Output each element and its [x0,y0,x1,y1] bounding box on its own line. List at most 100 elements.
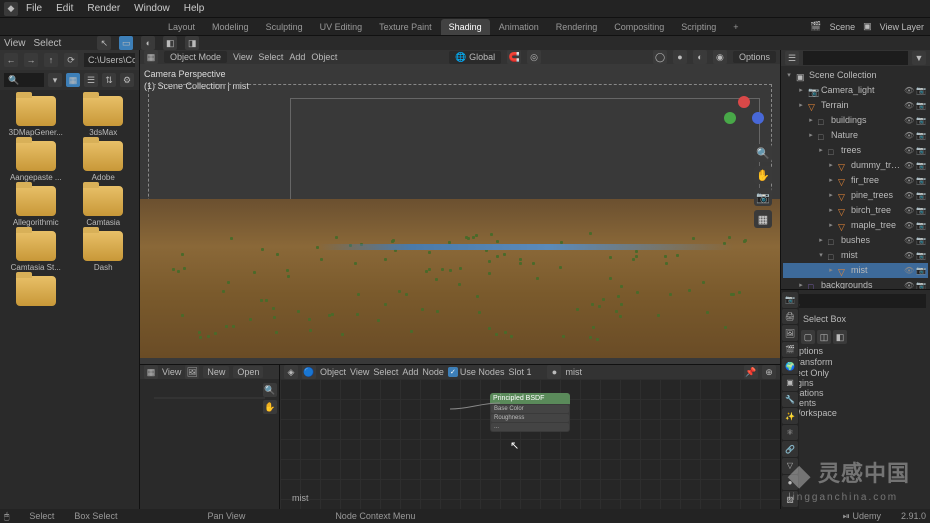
vp-menu-select[interactable]: Select [258,52,283,62]
ne-select[interactable]: Select [373,367,398,377]
sort-icon[interactable]: ⇅ [102,73,116,87]
tree-item[interactable]: ▸ ▽ maple_tree 👁 📷 [783,218,928,233]
new-button[interactable]: New [203,366,229,378]
outliner-search[interactable] [803,51,908,65]
folder-item[interactable]: Camtasia [74,186,134,227]
tab-modeling[interactable]: Modeling [204,19,257,35]
tab-uv-editing[interactable]: UV Editing [312,19,371,35]
restrict-render-icon[interactable]: 📷 [916,264,926,277]
tool-e[interactable]: ◨ [185,36,199,50]
menu-edit[interactable]: Edit [50,1,79,16]
pv-pan-icon[interactable]: ✋ [263,400,277,414]
tab-view[interactable]: 🖼 [782,325,798,341]
material-dropdown[interactable]: mist [565,367,625,377]
tree-item[interactable]: ▸ ▽ pine_trees 👁 📷 [783,188,928,203]
menu-window[interactable]: Window [128,1,176,16]
nav-refresh-icon[interactable]: ⟳ [64,53,78,67]
disclosure-icon[interactable]: ▸ [827,189,835,202]
tree-item[interactable]: ▸ 📷 Camera_light 👁 📷 [783,83,928,98]
restrict-render-icon[interactable]: 📷 [916,249,926,262]
editor-type-icon-2[interactable]: ▦ [144,365,158,379]
tree-item[interactable]: ▸ □ buildings 👁 📷 [783,113,928,128]
image-preview-grid[interactable] [154,397,265,399]
menu-file[interactable]: File [20,1,48,16]
node-canvas[interactable]: Principled BSDF Base Color Roughness ...… [280,379,780,509]
camera-icon[interactable]: 📷 [754,188,772,206]
selbox-d[interactable]: ◧ [833,330,847,344]
blender-icon[interactable]: ◆ [4,2,18,16]
selbox-c[interactable]: ◫ [817,330,831,344]
select-tool[interactable]: ▭ [119,36,133,50]
outliner-tree[interactable]: ▾▣Scene Collection ▸ 📷 Camera_light 👁 📷 … [781,66,930,289]
tab-sculpting[interactable]: Sculpting [258,19,311,35]
pan-icon[interactable]: ✋ [754,166,772,184]
tree-item[interactable]: ▸ □ trees 👁 📷 [783,143,928,158]
folder-item[interactable]: Adobe [74,141,134,182]
disclosure-icon[interactable]: ▸ [807,129,815,142]
cursor-tool[interactable]: ↖ [97,36,111,50]
restrict-select-icon[interactable]: 👁 [904,144,914,157]
disclosure-icon[interactable]: ▸ [807,114,815,127]
open-button[interactable]: Open [233,366,263,378]
disclosure-icon[interactable]: ▸ [827,174,835,187]
vp-menu-view[interactable]: View [233,52,252,62]
nav-fwd-icon[interactable]: → [24,53,38,67]
gizmo-y-icon[interactable] [724,112,736,124]
restrict-select-icon[interactable]: 👁 [904,114,914,127]
affect-row[interactable]: Origins [785,378,926,388]
folder-item[interactable] [6,276,66,306]
folder-item[interactable]: Dash [74,231,134,272]
snap-icon[interactable]: 🧲 [507,50,521,64]
pin-icon[interactable]: 📌 [744,365,758,379]
tab-rendering[interactable]: Rendering [548,19,606,35]
ne-object[interactable]: Object [320,367,346,377]
tab-animation[interactable]: Animation [491,19,547,35]
ne-zoom-icon[interactable]: ⊕ [762,365,776,379]
tab-scripting[interactable]: Scripting [673,19,724,35]
section-options[interactable]: ▸ Options [785,346,926,357]
restrict-render-icon[interactable]: 📷 [916,129,926,142]
menu-view-2[interactable]: View [4,38,26,49]
mat-icon[interactable]: ● [547,365,561,379]
restrict-render-icon[interactable]: 📷 [916,84,926,97]
restrict-render-icon[interactable]: 📷 [916,159,926,172]
restrict-select-icon[interactable]: 👁 [904,99,914,112]
tab-data[interactable]: ▽ [782,458,798,474]
shader-node[interactable]: Principled BSDF Base Color Roughness ... [490,393,570,432]
nav-back-icon[interactable]: ← [4,53,18,67]
slot-dropdown[interactable]: Slot 1 [508,367,531,377]
tree-item[interactable]: ▸ ▽ dummy_trees 👁 📷 [783,158,928,173]
shading-matprev-icon[interactable]: ◐ [693,50,707,64]
gizmo-x-icon[interactable] [738,96,750,108]
tree-item[interactable]: ▸ ▽ mist 👁 📷 [783,263,928,278]
settings-icon[interactable]: ⚙ [120,73,134,87]
restrict-render-icon[interactable]: 📷 [916,234,926,247]
restrict-render-icon[interactable]: 📷 [916,114,926,127]
disclosure-icon[interactable]: ▸ [817,144,825,157]
folder-item[interactable]: 3DMapGener... [6,96,66,137]
menu-select-2[interactable]: Select [34,38,62,49]
tab-object[interactable]: ▣ [782,375,798,391]
add-workspace[interactable]: + [725,19,746,35]
shading-wire-icon[interactable]: ◯ [653,50,667,64]
vp-menu-add[interactable]: Add [289,52,305,62]
restrict-select-icon[interactable]: 👁 [904,84,914,97]
scene-name[interactable]: Scene [830,22,856,32]
folder-item[interactable]: 3dsMax [74,96,134,137]
node-type-obj[interactable]: 🔵 [302,365,316,379]
tree-item[interactable]: ▸ ▽ birch_tree 👁 📷 [783,203,928,218]
disclosure-icon[interactable]: ▸ [827,204,835,217]
pv-img-icon[interactable]: 🖼 [185,365,199,379]
tool-d[interactable]: ◧ [163,36,177,50]
tab-texture-paint[interactable]: Texture Paint [371,19,440,35]
tree-item[interactable]: ▸ □ backgrounds 👁 📷 [783,278,928,289]
restrict-render-icon[interactable]: 📷 [916,219,926,232]
restrict-render-icon[interactable]: 📷 [916,204,926,217]
tree-item[interactable]: ▸ ▽ Terrain 👁 📷 [783,98,928,113]
tab-physics[interactable]: ⚛ [782,425,798,441]
restrict-select-icon[interactable]: 👁 [904,279,914,289]
tree-item[interactable]: ▾ □ mist 👁 📷 [783,248,928,263]
filter-icon[interactable]: ▾ [48,73,62,87]
folder-item[interactable]: Camtasia St... [6,231,66,272]
restrict-render-icon[interactable]: 📷 [916,174,926,187]
